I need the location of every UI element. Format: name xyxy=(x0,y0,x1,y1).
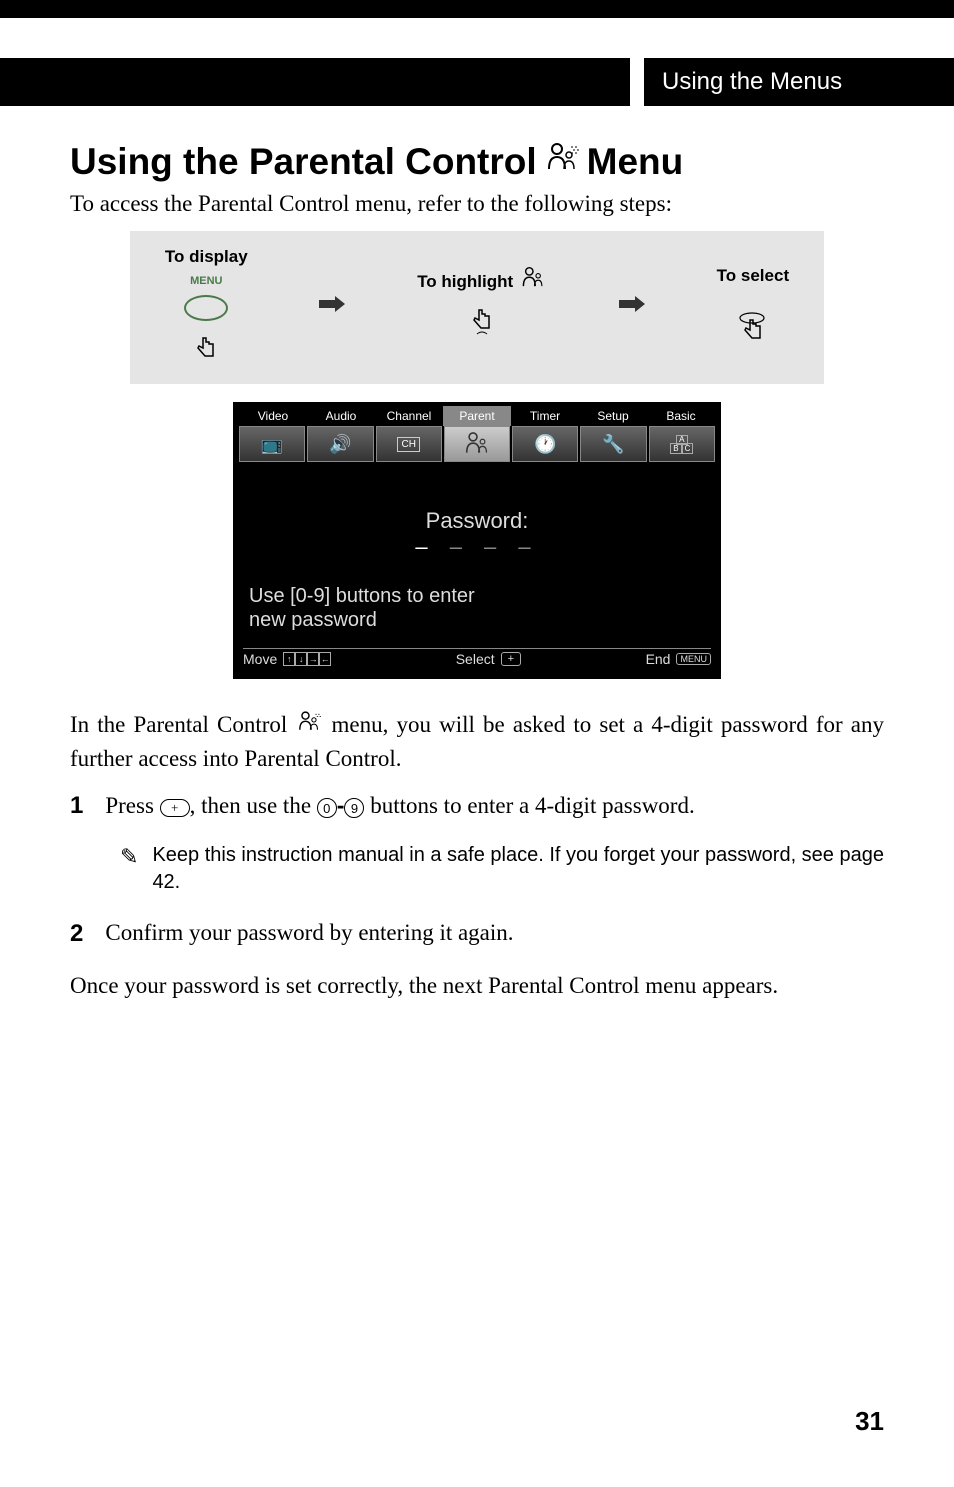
menu-badge-icon: MENU xyxy=(676,653,711,665)
note-box: ✎ Keep this instruction manual in a safe… xyxy=(120,842,884,896)
arrow-keys-icon: ↑↓→← xyxy=(283,652,331,666)
display-label: To display xyxy=(165,247,248,267)
tab-parent: Parent xyxy=(443,406,511,426)
step-1: 1 Press +, then use the 0-9 buttons to e… xyxy=(70,792,884,820)
parental-control-icon xyxy=(543,141,581,183)
tab-setup: Setup xyxy=(579,406,647,426)
footer-select-label: Select xyxy=(456,651,495,667)
instruction-box: To display MENU To highlight xyxy=(130,231,824,384)
timer-tab-icon: 🕐 xyxy=(512,426,578,462)
title-text-2: Menu xyxy=(587,141,684,183)
pencil-note-icon: ✎ xyxy=(120,842,138,896)
intro-text: To access the Parental Control menu, ref… xyxy=(70,191,884,217)
parental-icon-inline xyxy=(295,710,323,743)
page-number: 31 xyxy=(855,1406,884,1437)
header-bar: Using the Menus xyxy=(0,58,954,106)
tab-channel: Channel xyxy=(375,406,443,426)
key-9-icon: 9 xyxy=(344,798,364,818)
body-paragraph: In the Parental Control menu, you will b… xyxy=(70,709,884,774)
channel-tab-icon: CH xyxy=(376,426,442,462)
video-tab-icon: 📺 xyxy=(239,426,305,462)
step-2-number: 2 xyxy=(70,920,83,948)
hand-press-icon-1 xyxy=(191,331,221,368)
plus-key-icon: + xyxy=(501,652,521,666)
note-text: Keep this instruction manual in a safe p… xyxy=(152,842,884,896)
menu-button-icon xyxy=(184,295,228,321)
dash: - xyxy=(337,792,345,818)
menu-instruction: Use [0-9] buttons to enter new password xyxy=(243,584,711,632)
highlight-label: To highlight xyxy=(417,272,513,292)
tab-basic: Basic xyxy=(647,406,715,426)
step-2: 2 Confirm your password by entering it a… xyxy=(70,920,884,948)
audio-tab-icon: 🔊 xyxy=(307,426,373,462)
arrow-icon-1 xyxy=(317,294,347,321)
step-2-text: Confirm your password by entering it aga… xyxy=(105,920,513,948)
section-title: Using the Menus xyxy=(644,58,954,106)
step-1-number: 1 xyxy=(70,792,83,820)
arrow-icon-2 xyxy=(617,294,647,321)
header-left-fill xyxy=(0,58,630,106)
setup-tab-icon: 🔧 xyxy=(580,426,646,462)
page-title: Using the Parental Control Menu xyxy=(70,141,884,183)
parent-tab-icon xyxy=(444,426,510,462)
top-bar xyxy=(0,0,954,18)
plus-button-icon: + xyxy=(160,799,190,817)
menu-text: MENU xyxy=(190,275,222,287)
password-field: – – – – xyxy=(243,534,711,560)
hand-press-icon-3 xyxy=(736,312,770,350)
step-1-text: Press +, then use the 0-9 buttons to ent… xyxy=(105,792,694,820)
tab-timer: Timer xyxy=(511,406,579,426)
password-label: Password: xyxy=(243,508,711,534)
key-0-icon: 0 xyxy=(317,798,337,818)
tab-audio: Audio xyxy=(307,406,375,426)
hand-press-icon-2 xyxy=(467,306,497,350)
footer-move-label: Move xyxy=(243,651,277,667)
footer-end-label: End xyxy=(646,651,671,667)
select-label: To select xyxy=(717,266,789,286)
tv-menu-screenshot: Video Audio Channel Parent Timer Setup B… xyxy=(233,402,721,679)
parental-icon-small-1 xyxy=(519,265,547,298)
basic-tab-icon: ABC xyxy=(649,426,715,462)
title-text-1: Using the Parental Control xyxy=(70,141,537,183)
closing-paragraph: Once your password is set correctly, the… xyxy=(70,970,884,1001)
tab-video: Video xyxy=(239,406,307,426)
